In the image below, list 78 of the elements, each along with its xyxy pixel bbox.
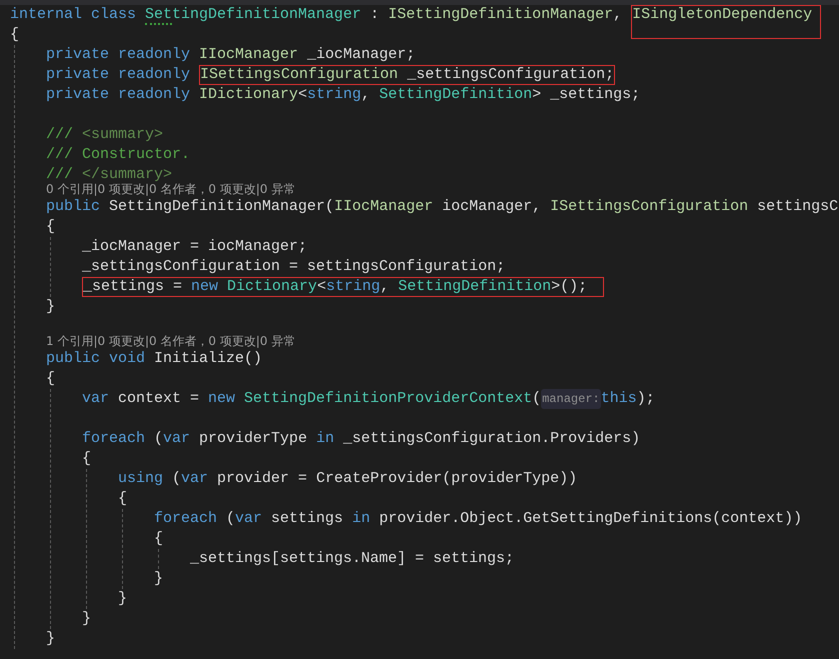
code-text: provider = CreateProvider(providerType)) — [217, 469, 578, 489]
code-text: _settings = — [83, 278, 184, 296]
keyword: private readonly — [46, 65, 192, 85]
code-text: ( — [154, 429, 164, 449]
code-text: providerType — [199, 429, 308, 449]
code-comment: /// — [46, 125, 74, 145]
interface-name: ISettingsConfiguration — [200, 66, 398, 84]
keyword: foreach — [154, 509, 218, 529]
code-text: _settingsConfiguration = settingsConfiguration; — [82, 257, 506, 277]
type-name: SettingDefinitionProviderContext — [244, 389, 532, 409]
keyword: var — [235, 509, 264, 529]
keyword: new — [208, 389, 236, 409]
keyword: public — [46, 197, 102, 217]
code-text: Initialize() — [154, 349, 262, 369]
code-comment: /// Constructor. — [46, 145, 190, 165]
code-text: >(); — [551, 278, 588, 296]
type-name: SettingDefinitionManager — [145, 5, 362, 25]
code-text: provider.Object.GetSettingDefinitions(context)) — [379, 509, 802, 529]
type-name: SettingDefinition — [398, 278, 552, 296]
codelens-info: 1 个引用|0 项更改|0 名作者，0 项更改|0 异常 — [46, 333, 296, 349]
keyword: string — [307, 85, 362, 105]
code-text: { — [10, 25, 20, 45]
code-text: { — [46, 217, 56, 237]
interface-name: IIocManager — [199, 45, 298, 65]
type-name: SettingDefinition — [379, 85, 532, 105]
code-text: < — [298, 85, 308, 105]
code-text: ( — [226, 509, 236, 529]
code-text: { — [46, 369, 56, 389]
type-name: Dictionary — [227, 278, 318, 296]
code-text: _settingsConfiguration.Providers) — [343, 429, 640, 449]
doc-tag: <summary> — [82, 125, 164, 145]
code-text: < — [317, 278, 326, 296]
code-text: _settings[settings.Name] = settings; — [190, 549, 514, 569]
code-text: _iocManager = iocManager; — [82, 237, 308, 257]
parameter-hint: manager: — [541, 389, 601, 409]
code-text: , — [613, 5, 624, 25]
code-text: settings — [271, 509, 344, 529]
code-text: : — [369, 5, 380, 25]
keyword: var — [82, 389, 110, 409]
keyword: private readonly — [46, 45, 192, 65]
keyword: new — [191, 278, 220, 296]
keyword: internal class — [10, 5, 138, 25]
code-text: } — [82, 609, 92, 629]
keyword: in — [352, 509, 372, 529]
keyword: private readonly — [46, 85, 192, 105]
keyword: this — [600, 389, 637, 409]
code-text: ); — [636, 389, 655, 409]
code-text: { — [154, 529, 164, 549]
code-text: , — [380, 278, 390, 296]
code-text: iocManager, — [441, 197, 542, 217]
interface-name: IIocManager — [334, 197, 434, 217]
code-text: , — [361, 85, 372, 105]
keyword: var — [163, 429, 192, 449]
code-text: } — [154, 569, 164, 589]
code-text: } — [118, 589, 128, 609]
code-text: { — [82, 449, 92, 469]
code-text: _iocManager; — [306, 45, 416, 65]
code-text: { — [118, 489, 128, 509]
code-text: ( — [532, 389, 542, 409]
code-text: _settingsConfiguration; — [406, 66, 614, 84]
code-text: settingsC — [756, 197, 838, 217]
keyword: using — [118, 469, 164, 489]
keyword: public void — [46, 349, 146, 369]
code-text: > _settings; — [532, 85, 640, 105]
interface-name: ISettingDefinitionManager — [388, 5, 614, 25]
code-text: } — [46, 297, 56, 317]
interface-name: ISingletonDependency — [632, 6, 812, 24]
keyword: string — [326, 278, 380, 296]
code-comment: /// — [46, 165, 74, 183]
code-text: context = — [118, 389, 200, 409]
code-text: } — [46, 629, 56, 649]
keyword: foreach — [82, 429, 146, 449]
code-text: ( — [172, 469, 182, 489]
keyword: var — [181, 469, 210, 489]
code-text: SettingDefinitionManager( — [109, 197, 334, 217]
keyword: in — [316, 429, 336, 449]
interface-name: ISettingsConfiguration — [550, 197, 748, 217]
interface-name: IDictionary — [199, 85, 298, 105]
